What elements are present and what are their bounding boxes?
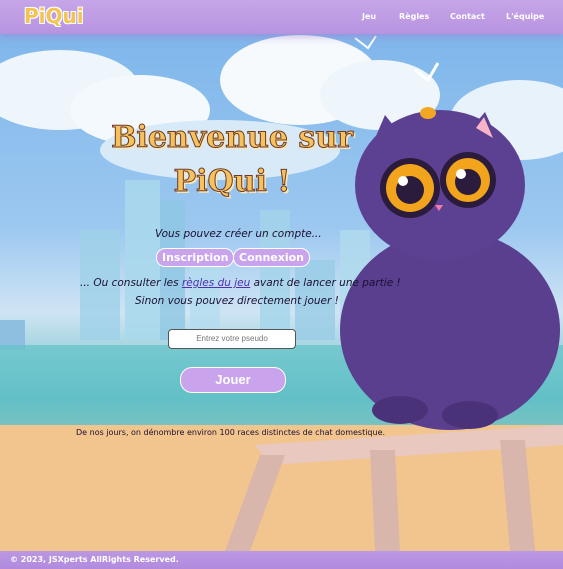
- play-button[interactable]: Jouer: [180, 367, 286, 393]
- pseudo-input[interactable]: Entrez votre pseudo: [168, 329, 296, 349]
- create-account-text: Vous pouvez créer un compte...: [155, 228, 322, 240]
- cat-fact-text: De nos jours, on dénombre environ 100 ra…: [76, 428, 386, 437]
- page-title-line1: Bienvenue sur: [111, 120, 354, 156]
- rules-line: ... Ou consulter les règles du jeu avant…: [80, 277, 401, 289]
- nav-jeu[interactable]: Jeu: [362, 12, 376, 21]
- rules-suffix: avant de lancer une partie !: [253, 277, 401, 289]
- nav-equipe[interactable]: L'équipe: [506, 12, 544, 21]
- inscription-button[interactable]: Inscription: [156, 248, 235, 267]
- copyright-text: © 2023, JSXperts AllRights Reserved.: [10, 555, 179, 564]
- connexion-button[interactable]: Connexion: [233, 248, 311, 267]
- logo[interactable]: PiQui: [24, 4, 84, 28]
- footer: © 2023, JSXperts AllRights Reserved.: [0, 551, 563, 569]
- top-navbar: PiQui Jeu Règles Contact L'équipe: [0, 0, 563, 34]
- nav-regles[interactable]: Règles: [399, 12, 429, 21]
- rules-link[interactable]: règles du jeu: [182, 277, 250, 289]
- rules-prefix: ... Ou consulter les: [80, 277, 179, 289]
- nav-contact[interactable]: Contact: [450, 12, 485, 21]
- play-direct-text: Sinon vous pouvez directement jouer !: [135, 295, 339, 307]
- page-title-line2: PiQui !: [173, 164, 291, 200]
